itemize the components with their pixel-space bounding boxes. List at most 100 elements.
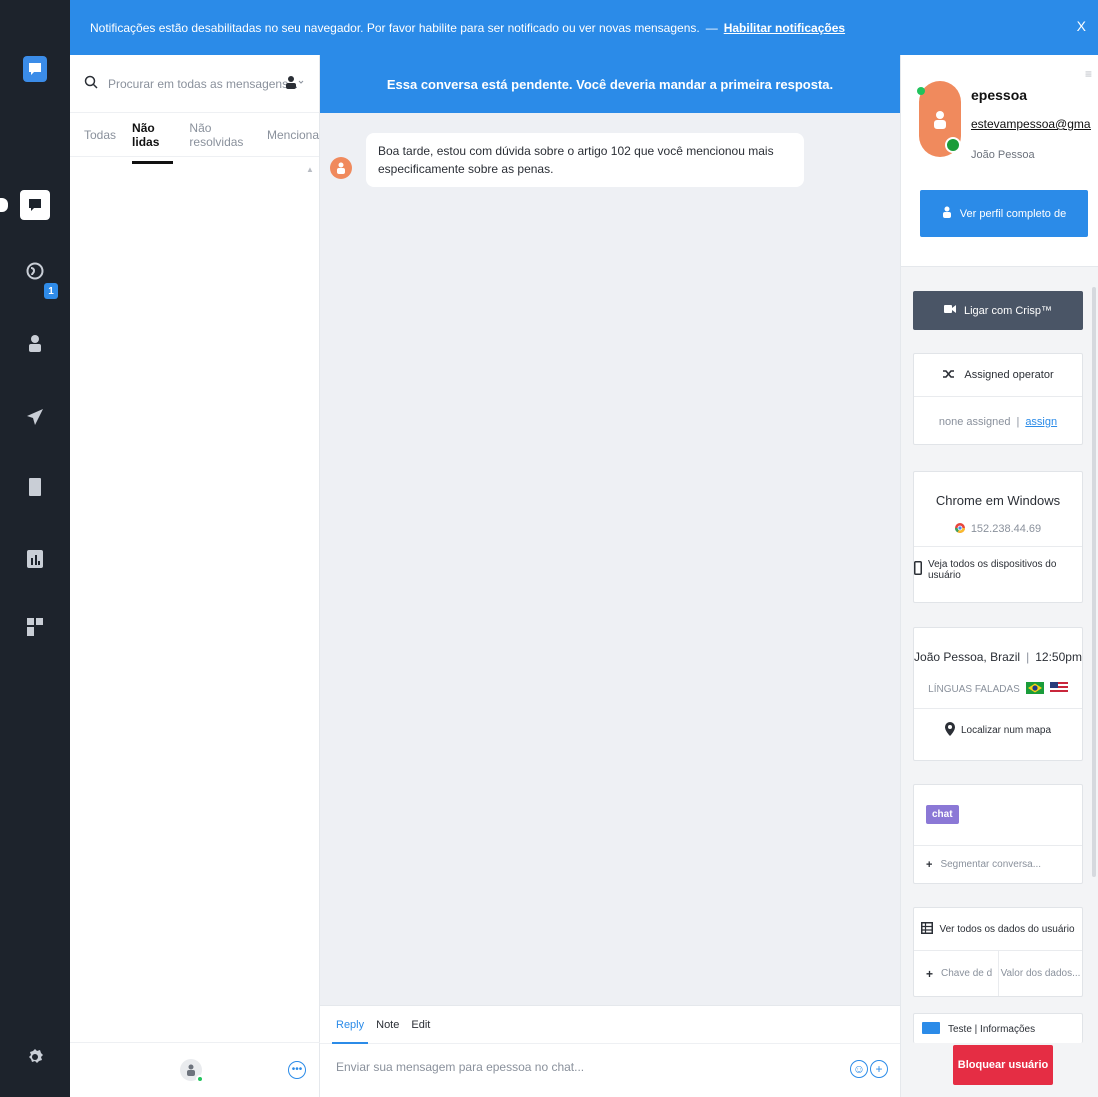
assign-link[interactable]: assign: [1025, 416, 1057, 428]
assigned-operator-card: Assigned operator none assigned | assign: [913, 353, 1083, 445]
chat-panel: Essa conversa está pendente. Você deveri…: [320, 55, 900, 1097]
message-bubble: Boa tarde, estou com dúvida sobre o arti…: [366, 133, 804, 187]
mobile-device-icon: [914, 561, 922, 578]
map-link: Localizar num mapa: [960, 725, 1052, 736]
info-card[interactable]: Teste | Informações: [913, 1013, 1083, 1043]
devices-link-row[interactable]: Veja todos os dispositivos do usuário: [914, 546, 1082, 592]
settings-icon: [26, 1048, 44, 1069]
main-sidebar: 1: [0, 0, 70, 1097]
mode-edit[interactable]: Edit: [411, 1019, 430, 1031]
sidebar-item-visitors[interactable]: [0, 252, 70, 292]
profile-panel: ≡ epessoa estevampessoa@gmail.com João P…: [900, 55, 1098, 1097]
shuffle-icon: [942, 368, 956, 383]
tab-mentions[interactable]: Menciona: [267, 128, 319, 142]
close-notification-button[interactable]: X: [1077, 18, 1086, 34]
video-camera-icon: [943, 304, 956, 317]
map-link-row[interactable]: Localizar num mapa: [914, 708, 1082, 752]
data-key-field[interactable]: + Chave de d: [914, 951, 999, 996]
user-name: epessoa: [971, 87, 1028, 103]
user-data-link-row[interactable]: Ver todos os dados do usuário: [914, 908, 1082, 950]
segment-input[interactable]: Segmentar conversa...: [940, 859, 1041, 870]
tab-unread[interactable]: Não lidas: [132, 121, 174, 164]
user-data-link: Ver todos os dados do usuário: [939, 923, 1075, 935]
assign-row: none assigned | assign: [914, 396, 1082, 446]
search-bar[interactable]: Procurar em todas as mensagens...: [70, 55, 319, 113]
tab-unresolved[interactable]: Não resolvidas: [189, 121, 251, 149]
contacts-icon: [28, 334, 42, 355]
sidebar-item-helpdesk[interactable]: [0, 468, 70, 508]
ip-address: 152.238.44.69: [970, 523, 1042, 535]
location-city: João Pessoa, Brazil: [914, 650, 1021, 664]
data-value-field[interactable]: Valor dos dados...: [999, 951, 1082, 996]
composer-modes: Reply Note Edit: [320, 1006, 900, 1044]
languages-label: LÍNGUAS FALADAS: [928, 683, 1020, 695]
info-card-icon: [922, 1021, 940, 1037]
call-label: Ligar com Crisp™: [963, 304, 1053, 317]
device-card: Chrome em Windows 152.238.44.69 Veja tod…: [913, 471, 1083, 603]
chat-logo-icon[interactable]: [23, 56, 47, 82]
data-key-input[interactable]: Chave de d: [941, 968, 992, 979]
profile-scrollbar[interactable]: [1092, 287, 1096, 877]
table-icon: [921, 921, 934, 937]
segment-tags: chat: [914, 785, 1082, 845]
view-profile-button[interactable]: Ver perfil completo de: [920, 190, 1088, 237]
sidebar-item-plugins[interactable]: [0, 608, 70, 648]
mode-note[interactable]: Note: [376, 1019, 399, 1031]
message-row: Boa tarde, estou com dúvida sobre o arti…: [330, 133, 804, 187]
more-options-icon[interactable]: •••: [288, 1061, 306, 1079]
operator-avatar[interactable]: [180, 1059, 204, 1083]
info-card-row: Teste | Informações: [914, 1014, 1082, 1044]
ip-row: 152.238.44.69: [914, 514, 1082, 544]
sidebar-item-analytics[interactable]: [0, 540, 70, 580]
chrome-icon: [954, 522, 965, 536]
user-data-card: Ver todos os dados do usuário + Chave de…: [913, 907, 1083, 997]
sidebar-item-campaigns[interactable]: [0, 398, 70, 438]
menu-icon[interactable]: ≡: [1085, 67, 1092, 81]
search-input[interactable]: Procurar em todas as mensagens...: [108, 77, 298, 91]
online-status-icon: [917, 87, 925, 95]
scroll-up-icon[interactable]: ▲: [306, 165, 314, 174]
user-city: João Pessoa: [971, 149, 1035, 161]
user-icon: [942, 206, 952, 221]
devices-link: Veja todos os dispositivos do usuário: [928, 558, 1057, 581]
notification-text: Notificações estão desabilitadas no seu …: [90, 20, 700, 35]
notification-separator: —: [705, 20, 718, 35]
sidebar-item-contacts[interactable]: [0, 324, 70, 364]
visitor-avatar: [330, 157, 352, 179]
pending-banner: Essa conversa está pendente. Você deveri…: [320, 55, 900, 113]
brazil-flag-icon: [1025, 681, 1044, 697]
attach-plus-icon[interactable]: +: [870, 1060, 888, 1078]
usa-flag-icon: [1049, 681, 1068, 697]
info-card-title: Teste | Informações: [948, 1023, 1036, 1035]
helpdesk-icon: [28, 477, 42, 500]
call-button[interactable]: Ligar com Crisp™: [913, 291, 1083, 330]
message-input[interactable]: Enviar sua mensagem para epessoa no chat…: [336, 1060, 584, 1074]
view-profile-label: Ver perfil completo de: [959, 207, 1067, 220]
operator-filter-icon[interactable]: [285, 75, 305, 92]
conversation-tabs: Todas Não lidas Não resolvidas Menciona: [70, 113, 319, 164]
search-icon: [84, 75, 98, 92]
enable-notifications-link[interactable]: Habilitar notificações: [724, 21, 845, 35]
notification-bar: Notificações estão desabilitadas no seu …: [70, 0, 1098, 55]
plugins-icon: [27, 617, 43, 639]
notification-badge: 1: [44, 283, 58, 299]
user-email[interactable]: estevampessoa@gmail.com: [971, 117, 1091, 131]
analytics-icon: [27, 549, 43, 571]
mode-reply[interactable]: Reply: [331, 1019, 369, 1044]
sidebar-item-settings[interactable]: [0, 1038, 70, 1078]
languages-row: LÍNGUAS FALADAS: [914, 674, 1082, 704]
tab-all[interactable]: Todas: [84, 128, 116, 142]
profile-header: ≡ epessoa estevampessoa@gmail.com João P…: [901, 55, 1098, 267]
assign-separator: |: [1016, 415, 1020, 428]
brazil-flag-icon: [945, 137, 961, 153]
segments-card: chat + Segmentar conversa...: [913, 784, 1083, 884]
online-status-icon: [196, 1075, 204, 1083]
data-value-input[interactable]: Valor dos dados...: [1001, 968, 1081, 979]
plus-icon: +: [926, 858, 933, 871]
user-avatar: [917, 81, 961, 157]
segment-input-row[interactable]: + Segmentar conversa...: [914, 845, 1082, 883]
emoji-icon[interactable]: ☺: [850, 1060, 868, 1078]
sidebar-item-inbox[interactable]: [0, 185, 70, 225]
segment-tag-chat[interactable]: chat: [926, 805, 959, 824]
block-user-button[interactable]: Bloquear usuário: [953, 1045, 1053, 1085]
